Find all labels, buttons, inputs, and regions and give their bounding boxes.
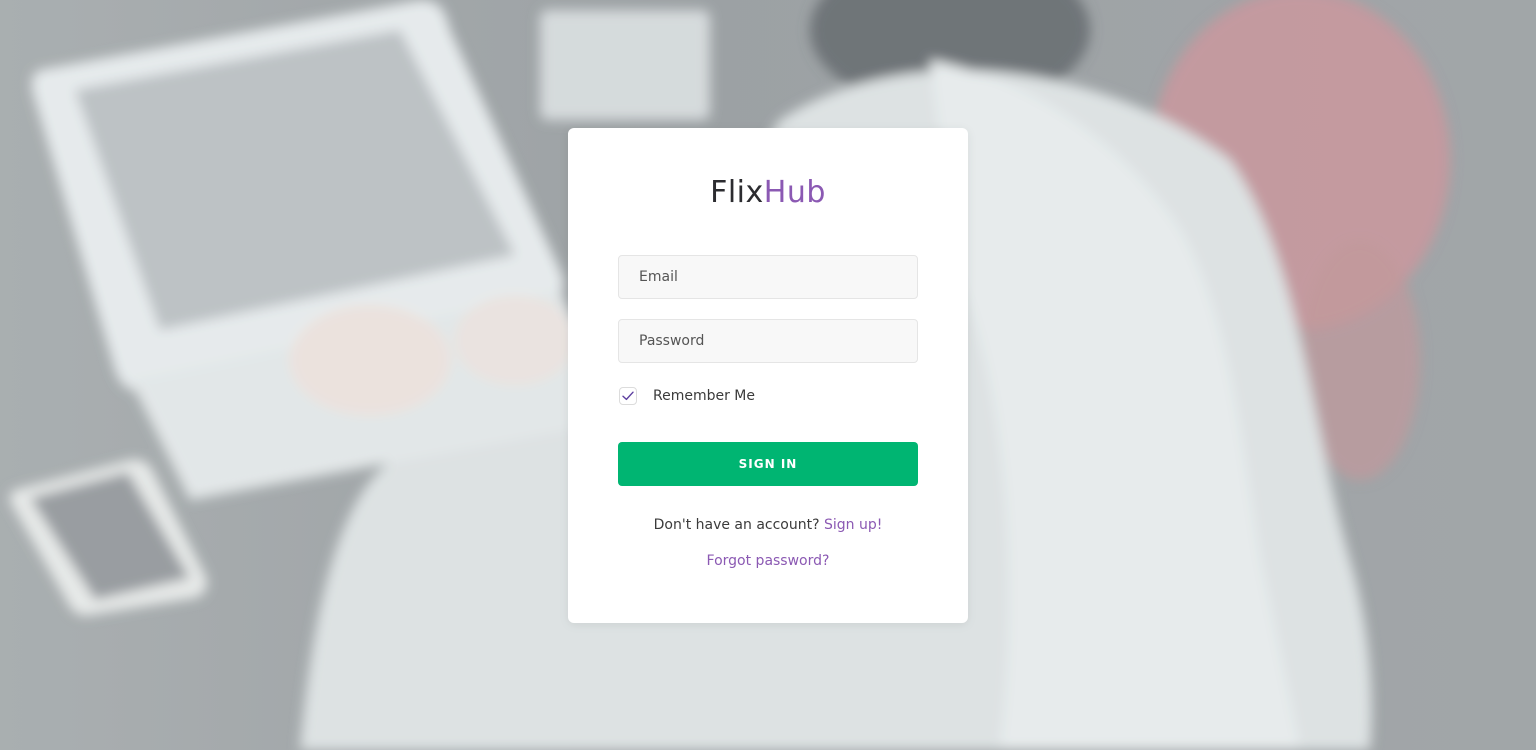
signup-prompt-text: Don't have an account? [653, 517, 820, 533]
login-card: FlixHub Remember Me SIGN IN Don't have a… [568, 128, 968, 623]
password-input[interactable] [618, 319, 918, 363]
remember-me-checkbox[interactable]: Remember Me [618, 385, 755, 407]
signup-prompt-row: Don't have an account? Sign up! [568, 517, 968, 533]
checkmark-icon [622, 391, 634, 401]
email-input[interactable] [618, 255, 918, 299]
brand-logo-part2: Hub [763, 175, 826, 210]
forgot-password-link[interactable]: Forgot password? [707, 553, 830, 569]
sign-in-button[interactable]: SIGN IN [618, 442, 918, 486]
remember-me-label: Remember Me [653, 388, 755, 404]
brand-logo-part1: Flix [710, 175, 764, 210]
brand-logo: FlixHub [568, 176, 968, 210]
checkbox-box[interactable] [619, 387, 637, 405]
forgot-password-row: Forgot password? [568, 553, 968, 569]
sign-up-link[interactable]: Sign up! [824, 517, 882, 533]
